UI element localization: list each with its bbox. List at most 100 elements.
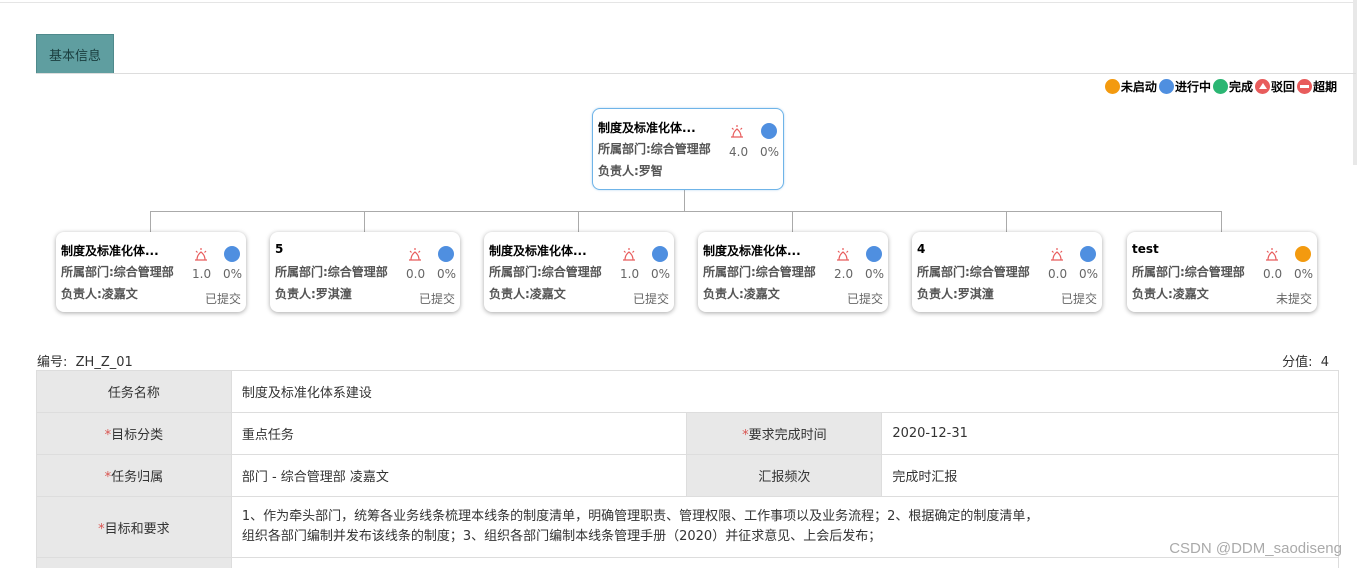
card-progress: 0% [760, 145, 780, 159]
report-frequency-label: 汇报频次 [686, 454, 883, 497]
card-progress: 0% [1079, 267, 1099, 281]
target-category-label-cell: *目标分类 [36, 412, 232, 455]
task-name-value: 制度及标准化体系建设 [230, 370, 1340, 413]
priority-flame-icon [195, 248, 207, 261]
tree-connector [150, 211, 151, 232]
arrow-up-icon [1254, 79, 1270, 94]
task-info-table: 任务名称 制度及标准化体系建设 *目标分类 重点任务 *要求完成时间 2020-… [36, 370, 1340, 568]
priority-flame-icon [623, 248, 635, 261]
task-score: 分值: 4 [1282, 351, 1329, 370]
minus-icon [1296, 79, 1312, 94]
status-legend: 未启动 进行中 完成 驳回 超期 [1103, 78, 1337, 95]
status-dot-icon [224, 246, 240, 262]
legend-label: 进行中 [1174, 80, 1211, 94]
legend-label: 超期 [1312, 80, 1337, 94]
code-label: 编号: [37, 355, 68, 370]
tree-connector [150, 211, 1222, 212]
card-owner: 负责人:凌嘉文 [703, 287, 780, 301]
task-code: 编号: ZH_Z_01 [37, 351, 133, 370]
goal-line-1: 1、作为牵头部门，统筹各业务线条梳理本线条的制度清单，明确管理职责、管理权限、工… [241, 509, 1039, 524]
card-score: 0.0 [406, 267, 426, 281]
tree-connector [1006, 211, 1007, 232]
belongs-label-cell: *任务归属 [36, 454, 232, 497]
status-dot-icon [652, 246, 668, 262]
in-progress-dot-icon [1158, 79, 1174, 94]
legend-label: 完成 [1228, 80, 1253, 94]
legend-label: 未启动 [1120, 80, 1157, 94]
card-title: 制度及标准化体... [61, 244, 159, 258]
card-owner: 负责人:罗淇潼 [275, 287, 352, 301]
card-submit-state: 已提交 [205, 292, 242, 306]
card-title: 制度及标准化体... [703, 244, 801, 258]
code-value: ZH_Z_01 [75, 355, 133, 370]
card-department: 所属部门:综合管理部 [917, 265, 1030, 279]
top-border [0, 2, 1357, 3]
card-department: 所属部门:综合管理部 [61, 265, 174, 279]
root-task-card[interactable]: 制度及标准化体... 所属部门:综合管理部 负责人:罗智 4.0 0% [592, 108, 784, 190]
child-task-card[interactable]: 制度及标准化体... 所属部门:综合管理部 负责人:凌嘉文 1.0 0% 已提交 [484, 232, 674, 312]
card-submit-state: 已提交 [633, 292, 670, 306]
status-dot-icon [761, 123, 777, 139]
tree-connector [364, 211, 365, 232]
target-category-value: 重点任务 [230, 412, 688, 455]
next-row-value [230, 557, 1340, 568]
card-submit-state: 已提交 [1061, 292, 1098, 306]
card-submit-state: 已提交 [419, 292, 456, 306]
belongs-label: 任务归属 [111, 470, 164, 485]
card-owner: 负责人:罗智 [598, 164, 663, 178]
child-task-card[interactable]: 制度及标准化体... 所属部门:综合管理部 负责人:凌嘉文 2.0 0% 已提交 [698, 232, 888, 312]
child-task-card[interactable]: 制度及标准化体... 所属部门:综合管理部 负责人:凌嘉文 1.0 0% 已提交 [56, 232, 246, 312]
legend-overdue: 超期 [1296, 78, 1337, 95]
child-task-card[interactable]: 5 所属部门:综合管理部 负责人:罗淇潼 0.0 0% 已提交 [270, 232, 460, 312]
status-dot-icon [438, 246, 454, 262]
card-submit-state: 已提交 [847, 292, 884, 306]
card-submit-state: 未提交 [1276, 292, 1313, 306]
card-score: 1.0 [620, 267, 640, 281]
card-department: 所属部门:综合管理部 [598, 142, 711, 156]
deadline-value: 2020-12-31 [881, 412, 1339, 455]
card-progress: 0% [865, 267, 885, 281]
legend-label: 驳回 [1270, 80, 1295, 94]
score-value: 4 [1320, 355, 1329, 370]
deadline-label-cell: *要求完成时间 [686, 412, 883, 455]
child-task-card[interactable]: test 所属部门:综合管理部 负责人:凌嘉文 0.0 0% 未提交 [1127, 232, 1317, 312]
tab-basic-info[interactable]: 基本信息 [36, 34, 114, 74]
card-department: 所属部门:综合管理部 [1132, 265, 1245, 279]
legend-complete: 完成 [1212, 78, 1253, 95]
card-progress: 0% [1294, 267, 1314, 281]
legend-in-progress: 进行中 [1158, 78, 1211, 95]
watermark: CSDN @DDM_saodiseng [1169, 540, 1342, 557]
next-row-label [36, 557, 232, 568]
not-started-dot-icon [1104, 79, 1120, 94]
status-dot-icon [1295, 246, 1311, 262]
priority-flame-icon [731, 125, 743, 138]
goal-label-cell: *目标和要求 [36, 496, 232, 558]
child-task-card[interactable]: 4 所属部门:综合管理部 负责人:罗淇潼 0.0 0% 已提交 [912, 232, 1102, 312]
card-progress: 0% [223, 267, 243, 281]
card-owner: 负责人:罗淇潼 [917, 287, 994, 301]
legend-rejected: 驳回 [1254, 78, 1295, 95]
legend-not-started: 未启动 [1104, 78, 1157, 95]
report-frequency-value: 完成时汇报 [881, 454, 1339, 497]
card-score: 0.0 [1048, 267, 1068, 281]
complete-dot-icon [1212, 79, 1228, 94]
card-score: 0.0 [1263, 267, 1283, 281]
card-progress: 0% [651, 267, 671, 281]
card-score: 2.0 [834, 267, 854, 281]
priority-flame-icon [1051, 248, 1063, 261]
tree-connector [578, 211, 579, 232]
target-category-label: 目标分类 [111, 428, 164, 443]
task-name-label: 任务名称 [36, 370, 232, 413]
tab-underline [36, 73, 1356, 74]
card-title: 4 [917, 242, 926, 256]
card-owner: 负责人:凌嘉文 [1132, 287, 1209, 301]
card-score: 1.0 [192, 267, 212, 281]
card-progress: 0% [437, 267, 457, 281]
card-owner: 负责人:凌嘉文 [61, 287, 138, 301]
page-scrollbar[interactable] [1353, 0, 1357, 165]
deadline-label: 要求完成时间 [748, 428, 827, 443]
card-title: 制度及标准化体... [598, 121, 696, 135]
priority-flame-icon [409, 248, 421, 261]
belongs-value: 部门 - 综合管理部 凌嘉文 [230, 454, 688, 497]
tree-connector [684, 190, 685, 212]
